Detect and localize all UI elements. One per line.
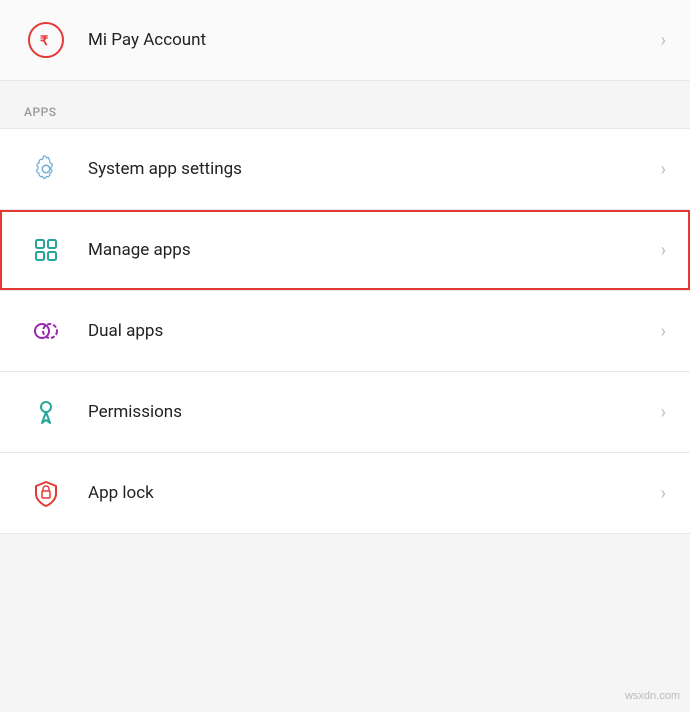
- app-lock-label: App lock: [88, 483, 653, 503]
- mi-pay-account-item[interactable]: ₹ Mi Pay Account ›: [0, 0, 690, 80]
- manage-apps-item[interactable]: Manage apps ›: [0, 210, 690, 290]
- system-app-settings-item[interactable]: System app settings ›: [0, 129, 690, 209]
- apps-section-label: APPS: [24, 105, 57, 119]
- divider-7: [0, 533, 690, 534]
- mi-pay-chevron-icon: ›: [661, 30, 666, 51]
- app-lock-chevron-icon: ›: [661, 483, 666, 504]
- app-lock-item[interactable]: App lock ›: [0, 453, 690, 533]
- apps-section-header: APPS: [0, 81, 690, 128]
- system-app-settings-label: System app settings: [88, 159, 653, 179]
- permissions-label: Permissions: [88, 402, 653, 422]
- dual-apps-item[interactable]: Dual apps ›: [0, 291, 690, 371]
- shield-icon: [31, 478, 61, 508]
- system-app-chevron-icon: ›: [661, 159, 666, 180]
- permissions-item[interactable]: Permissions ›: [0, 372, 690, 452]
- settings-list: ₹ Mi Pay Account › APPS System app setti…: [0, 0, 690, 534]
- svg-text:₹: ₹: [40, 33, 49, 48]
- dual-apps-chevron-icon: ›: [661, 321, 666, 342]
- permissions-icon: [31, 397, 61, 427]
- mi-pay-icon: ₹: [28, 22, 64, 58]
- gear-icon-wrap: [24, 147, 68, 191]
- grid-icon: [31, 235, 61, 265]
- shield-icon-wrap: [24, 471, 68, 515]
- dual-circle-icon: [31, 316, 61, 346]
- dual-icon-wrap: [24, 309, 68, 353]
- watermark: wsxdn.com: [625, 690, 680, 702]
- permissions-chevron-icon: ›: [661, 402, 666, 423]
- grid-icon-wrap: [24, 228, 68, 272]
- mi-pay-icon-wrap: ₹: [24, 18, 68, 62]
- manage-apps-label: Manage apps: [88, 240, 653, 260]
- dual-apps-label: Dual apps: [88, 321, 653, 341]
- gear-icon: [31, 154, 61, 184]
- permissions-icon-wrap: [24, 390, 68, 434]
- mi-pay-account-label: Mi Pay Account: [88, 30, 653, 50]
- manage-apps-chevron-icon: ›: [661, 240, 666, 261]
